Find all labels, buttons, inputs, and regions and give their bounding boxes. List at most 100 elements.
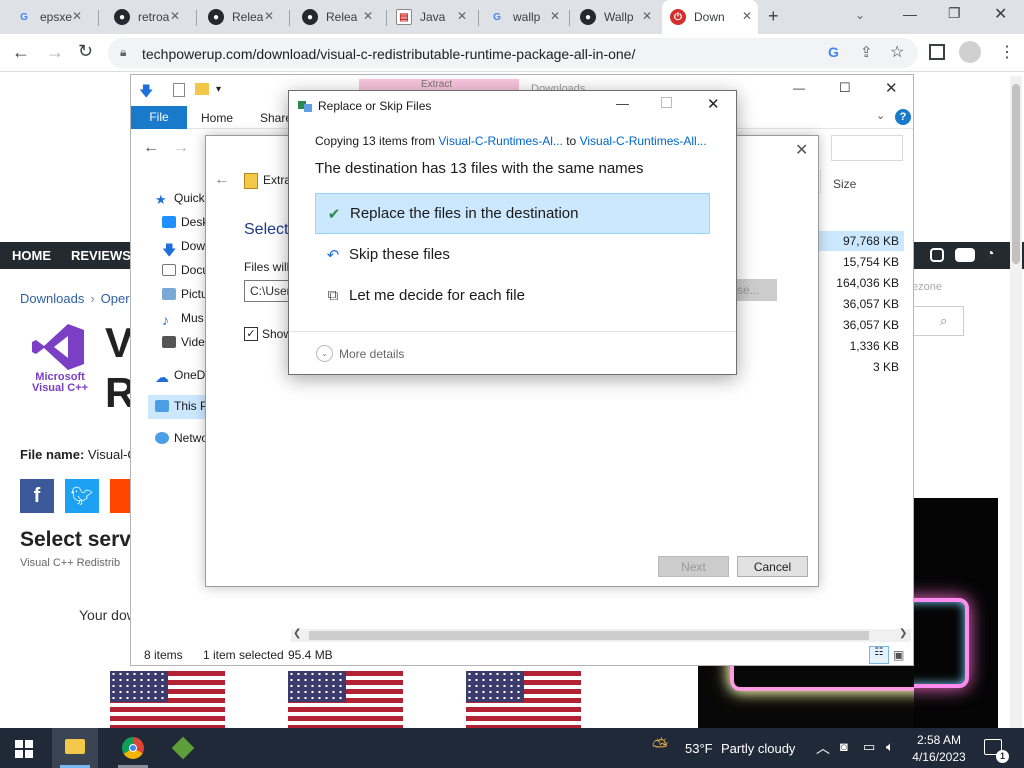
minimize-button[interactable]: — xyxy=(903,6,917,22)
twitter-share-icon[interactable]: 🐦︎ xyxy=(65,479,99,513)
nav-quick-access[interactable]: ★ Quick xyxy=(155,191,205,207)
nav-onedrive[interactable]: ☁ OneD xyxy=(155,368,205,385)
wizard-back-icon[interactable]: ← xyxy=(214,171,230,189)
breadcrumb-downloads[interactable]: Downloads xyxy=(20,291,84,306)
volume-muted-icon[interactable]: 🔈︎ xyxy=(886,739,894,755)
column-size-header[interactable]: Size xyxy=(820,170,908,194)
source-folder-link[interactable]: Visual-C-Runtimes-Al... xyxy=(438,134,562,148)
taskbar-chrome[interactable] xyxy=(110,728,156,768)
nav-reviews[interactable]: REVIEWS xyxy=(71,248,131,263)
nav-documents[interactable]: Docu xyxy=(162,263,209,277)
close-tab-icon[interactable]: ✕ xyxy=(457,9,467,23)
browser-tab[interactable]: ● Wallp ✕ xyxy=(572,0,658,34)
explorer-hscrollbar-thumb[interactable] xyxy=(309,631,869,640)
weather-temperature[interactable]: 53°F xyxy=(685,741,713,756)
browser-tab[interactable]: G wallp ✕ xyxy=(481,0,566,34)
close-tab-icon[interactable]: ✕ xyxy=(170,9,180,23)
kebab-menu-icon[interactable]: ⋮ xyxy=(999,42,1015,62)
browser-tab[interactable]: ● Relea ✕ xyxy=(294,0,379,34)
help-icon[interactable]: ? xyxy=(895,109,911,125)
reddit-share-icon[interactable] xyxy=(110,479,130,513)
nav-music[interactable]: ♪ Mus xyxy=(162,311,204,328)
properties-icon[interactable] xyxy=(173,83,185,97)
browser-tab[interactable]: ● Relea ✕ xyxy=(200,0,280,34)
bookmark-star-icon[interactable]: ☆ xyxy=(890,42,904,62)
folder-icon[interactable] xyxy=(195,83,209,95)
restore-button[interactable]: ❐ xyxy=(948,5,961,22)
nav-pictures[interactable]: Pictu xyxy=(162,287,208,301)
wizard-browse-button[interactable]: se... xyxy=(737,279,777,301)
site-search-box[interactable]: ⌕ xyxy=(912,306,964,336)
weather-partly-cloudy-icon[interactable]: ⛅︎ xyxy=(652,736,668,759)
google-lens-icon[interactable]: G xyxy=(828,44,839,60)
wizard-close-button[interactable]: ✕ xyxy=(795,140,808,160)
wizard-next-button[interactable]: Next xyxy=(658,556,729,577)
close-tab-icon[interactable]: ✕ xyxy=(742,9,752,23)
explorer-minimize-button[interactable]: — xyxy=(793,81,805,95)
large-icons-view-icon[interactable]: ▣ xyxy=(893,648,904,662)
flag-usa-icon[interactable] xyxy=(110,671,225,728)
flag-usa-icon[interactable] xyxy=(466,671,581,728)
instagram-icon[interactable] xyxy=(930,248,944,262)
expand-chevron-icon[interactable]: ⌄ xyxy=(316,345,333,362)
browser-tab[interactable]: G epsxe ✕ xyxy=(8,0,88,34)
nav-videos[interactable]: Vide xyxy=(162,335,205,349)
webcam-icon[interactable]: ◙ xyxy=(840,739,848,754)
close-tab-icon[interactable]: ✕ xyxy=(642,9,652,23)
skip-files-option[interactable]: ↶ Skip these files xyxy=(315,234,710,275)
destination-folder-link[interactable]: Visual-C-Runtimes-All... xyxy=(580,134,707,148)
browser-tab[interactable]: ● retroa ✕ xyxy=(106,0,186,34)
weather-condition[interactable]: Partly cloudy xyxy=(721,741,795,756)
quick-access-arrow-icon[interactable]: 🡇 xyxy=(139,81,153,105)
nav-home[interactable]: HOME xyxy=(12,248,51,263)
url-text[interactable]: techpowerup.com/download/visual-c-redist… xyxy=(142,46,635,62)
ribbon-tab-home[interactable]: Home xyxy=(201,111,233,125)
explorer-maximize-button[interactable]: ☐ xyxy=(839,80,851,96)
back-icon[interactable]: ← xyxy=(12,42,30,63)
replace-files-option[interactable]: ✔ Replace the files in the destination xyxy=(315,193,710,234)
explorer-close-button[interactable]: ✕ xyxy=(885,79,898,97)
explorer-forward-icon[interactable]: → xyxy=(173,139,189,157)
dialog-minimize-button[interactable]: — xyxy=(616,96,629,111)
taskbar-file-explorer[interactable] xyxy=(52,728,98,768)
reload-icon[interactable]: ↻ xyxy=(78,41,93,62)
dialog-close-button[interactable]: ✕ xyxy=(707,95,720,113)
share-icon[interactable]: ⇪ xyxy=(860,43,873,61)
page-scrollbar-thumb[interactable] xyxy=(1012,84,1020,264)
youtube-icon[interactable] xyxy=(955,248,975,262)
clock-time[interactable]: 2:58 AM xyxy=(914,733,964,747)
close-window-button[interactable]: ✕ xyxy=(994,4,1007,24)
show-hidden-icons-icon[interactable]: ︿ xyxy=(816,738,830,758)
nav-downloads[interactable]: 🡇 Dow xyxy=(162,239,205,258)
close-tab-icon[interactable]: ✕ xyxy=(550,9,560,23)
decide-each-option[interactable]: ⧉ Let me decide for each file xyxy=(315,275,710,316)
wizard-cancel-button[interactable]: Cancel xyxy=(737,556,808,577)
clock-date[interactable]: 4/16/2023 xyxy=(910,750,968,764)
more-details-toggle[interactable]: More details xyxy=(339,347,404,361)
nav-network[interactable]: Netwo xyxy=(155,431,208,445)
wizard-show-checkbox[interactable]: ✓ xyxy=(244,327,258,341)
facebook-share-icon[interactable]: f xyxy=(20,479,54,513)
ribbon-tab-file[interactable]: File xyxy=(131,106,187,129)
explorer-hscrollbar[interactable]: ❮ ❯ xyxy=(291,628,911,642)
close-tab-icon[interactable]: ✕ xyxy=(363,9,373,23)
details-view-icon[interactable]: ☷ xyxy=(869,646,889,664)
browser-tab[interactable]: ▤ Java ✕ xyxy=(388,0,473,34)
flag-usa-icon[interactable] xyxy=(288,671,403,728)
browser-tab-active[interactable]: ⏻ Down ✕ xyxy=(662,0,758,34)
page-scrollbar[interactable] xyxy=(1010,76,1022,728)
explorer-search-box[interactable] xyxy=(831,135,903,161)
rss-icon[interactable]: ◔ xyxy=(986,245,994,261)
profile-avatar[interactable] xyxy=(959,41,981,63)
new-tab-button[interactable]: + xyxy=(768,6,779,27)
customize-qat-icon[interactable]: ▾ xyxy=(216,84,221,95)
ribbon-expand-icon[interactable]: ⌄ xyxy=(876,109,885,122)
close-tab-icon[interactable]: ✕ xyxy=(72,9,82,23)
side-panel-icon[interactable] xyxy=(929,44,945,60)
wizard-path-input[interactable]: C:\User xyxy=(244,280,294,302)
omnibox[interactable]: 🔒︎ techpowerup.com/download/visual-c-red… xyxy=(108,38,918,68)
taskbar-minecraft[interactable] xyxy=(160,728,206,768)
network-icon[interactable]: ▭ xyxy=(863,739,875,755)
nav-desktop[interactable]: Desk xyxy=(162,215,208,229)
nav-this-pc[interactable]: This P xyxy=(155,399,208,413)
